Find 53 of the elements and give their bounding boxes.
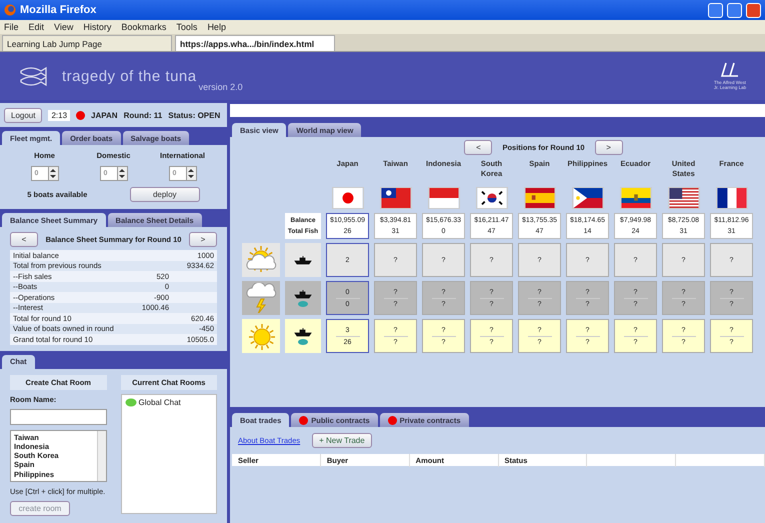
japan-dot-icon — [76, 110, 86, 120]
version-label: version 2.0 — [198, 82, 243, 92]
timer: 2:13 — [48, 110, 70, 120]
spin-arrows-icon[interactable] — [186, 166, 196, 181]
flag-icon — [428, 187, 460, 209]
menu-item[interactable]: File — [4, 22, 19, 32]
new-trade-button[interactable]: + New Trade — [312, 433, 372, 448]
flag-icon — [716, 187, 748, 209]
close-icon[interactable] — [746, 2, 761, 18]
maximize-icon[interactable] — [727, 2, 742, 18]
deploy-button[interactable]: deploy — [130, 187, 200, 202]
app-title: tragedy of the tuna — [62, 68, 197, 84]
chat-room[interactable]: Global Chat — [138, 398, 181, 406]
fish-icon — [298, 338, 308, 344]
room-name-field[interactable] — [10, 408, 106, 424]
next-button[interactable]: > — [594, 140, 623, 155]
menu-item[interactable]: Tools — [176, 22, 198, 32]
boat-icon — [294, 328, 312, 336]
country-label: JAPAN — [91, 110, 118, 120]
menu-item[interactable]: Edit — [28, 22, 44, 32]
alert-dot-icon — [388, 416, 397, 424]
logout-button[interactable]: Logout — [4, 108, 42, 122]
previous-button[interactable]: < — [10, 232, 38, 247]
scrollbar[interactable] — [96, 430, 106, 480]
flag-icon — [620, 187, 652, 209]
spin-arrows-icon[interactable] — [116, 166, 128, 181]
browser-tab[interactable]: Learning Lab Jump Page — [2, 35, 172, 51]
menu-item[interactable]: Help — [207, 22, 226, 32]
speech-bubble-icon — [124, 398, 136, 406]
menu-item[interactable]: History — [83, 22, 112, 32]
next-button[interactable]: > — [189, 232, 217, 247]
flag-icon — [332, 187, 364, 209]
flag-icon — [668, 187, 700, 209]
fox-globe-icon — [4, 4, 16, 16]
flag-icon — [476, 187, 508, 209]
round-label: Round: 11 — [124, 110, 162, 120]
fish-logo-icon — [18, 65, 48, 87]
boat-icon — [294, 256, 312, 264]
menu-item[interactable]: View — [54, 22, 74, 32]
fish-icon — [298, 300, 308, 306]
alert-dot-icon — [299, 416, 308, 424]
menu-item[interactable]: Bookmarks — [121, 22, 166, 32]
boat-icon — [294, 290, 312, 298]
flag-icon — [524, 187, 556, 209]
spin-arrows-icon[interactable] — [48, 166, 58, 181]
browser-tab[interactable]: https://apps.wha.../bin/index.html — [175, 35, 335, 51]
window-title: Mozilla Firefox — [20, 4, 96, 16]
status-label: Status: OPEN — [168, 110, 220, 120]
minimize-icon[interactable] — [708, 2, 723, 18]
previous-button[interactable]: < — [464, 140, 492, 155]
lab-logo-icon — [720, 62, 740, 80]
flag-icon — [572, 187, 604, 209]
flag-icon — [380, 187, 412, 209]
